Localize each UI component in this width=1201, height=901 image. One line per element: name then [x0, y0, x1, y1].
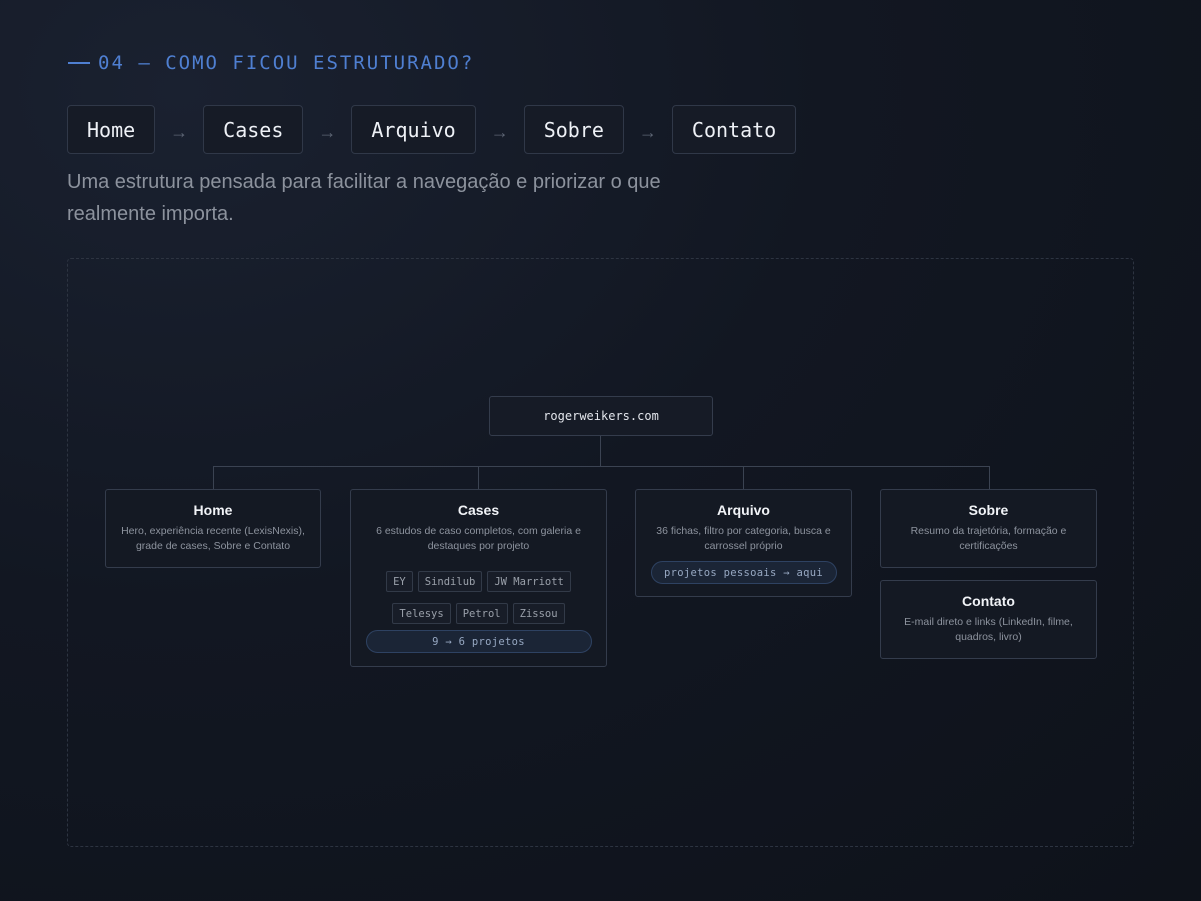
arrow-icon: → — [170, 122, 189, 142]
sitemap-card-contato: Contato E-mail direto e links (LinkedIn,… — [880, 580, 1097, 659]
card-description: 36 fichas, filtro por categoria, busca e… — [656, 525, 831, 552]
card-title: Home — [193, 502, 233, 518]
section-eyebrow: 04 — COMO FICOU ESTRUTURADO? — [68, 52, 474, 74]
site-structure-nav: Home → Cases → Arquivo → Sobre → Contato — [67, 105, 797, 154]
card-title: Sobre — [968, 502, 1009, 518]
card-description: E-mail direto e links (LinkedIn, filme, … — [904, 616, 1073, 643]
arrow-icon: → — [318, 122, 337, 142]
page: 04 — COMO FICOU ESTRUTURADO? Home → Case… — [0, 0, 1201, 901]
eyebrow-dash — [68, 62, 90, 64]
sitemap-card-cases: Cases 6 estudos de caso completos, com g… — [350, 489, 607, 667]
sitemap-card-sobre: Sobre Resumo da trajetória, formação e c… — [880, 489, 1097, 568]
card-title: Cases — [457, 502, 500, 518]
nav-item-contato: Contato — [671, 105, 797, 154]
card-description: 6 estudos de caso completos, com galeria… — [376, 525, 581, 552]
cases-tags-row-2: Telesys Petrol Zissou — [351, 603, 606, 624]
sitemap-root-node: rogerweikers.com — [489, 396, 713, 436]
case-tag: Telesys — [392, 603, 451, 624]
card-title: Arquivo — [717, 502, 770, 518]
case-tag: Zissou — [512, 603, 565, 624]
case-tag: JW Marriott — [487, 571, 571, 592]
cases-note-pill: 9 → 6 projetos — [365, 630, 592, 653]
card-description: Hero, experiência recente (LexisNexis), … — [121, 525, 305, 552]
nav-item-cases: Cases — [203, 105, 304, 154]
arrow-icon: → — [490, 122, 509, 142]
nav-item-arquivo: Arquivo — [351, 105, 476, 154]
arquivo-note-pill: projetos pessoais → aqui — [650, 561, 837, 584]
section-eyebrow-text: 04 — COMO FICOU ESTRUTURADO? — [98, 52, 475, 74]
card-title: Contato — [962, 593, 1015, 609]
case-tag: EY — [386, 571, 413, 592]
sitemap-card-arquivo: Arquivo 36 fichas, filtro por categoria,… — [635, 489, 852, 597]
arrow-icon: → — [638, 122, 657, 142]
card-description: Resumo da trajetória, formação e certifi… — [910, 525, 1067, 552]
case-tag: Petrol — [455, 603, 508, 624]
nav-item-sobre: Sobre — [523, 105, 624, 154]
cases-tags-row-1: EY Sindilub JW Marriott — [351, 571, 606, 592]
section-description: Uma estrutura pensada para facilitar a n… — [67, 171, 661, 225]
case-tag: Sindilub — [417, 571, 483, 592]
nav-item-home: Home — [67, 105, 156, 154]
sitemap-card-home: Home Hero, experiência recente (LexisNex… — [105, 489, 321, 568]
